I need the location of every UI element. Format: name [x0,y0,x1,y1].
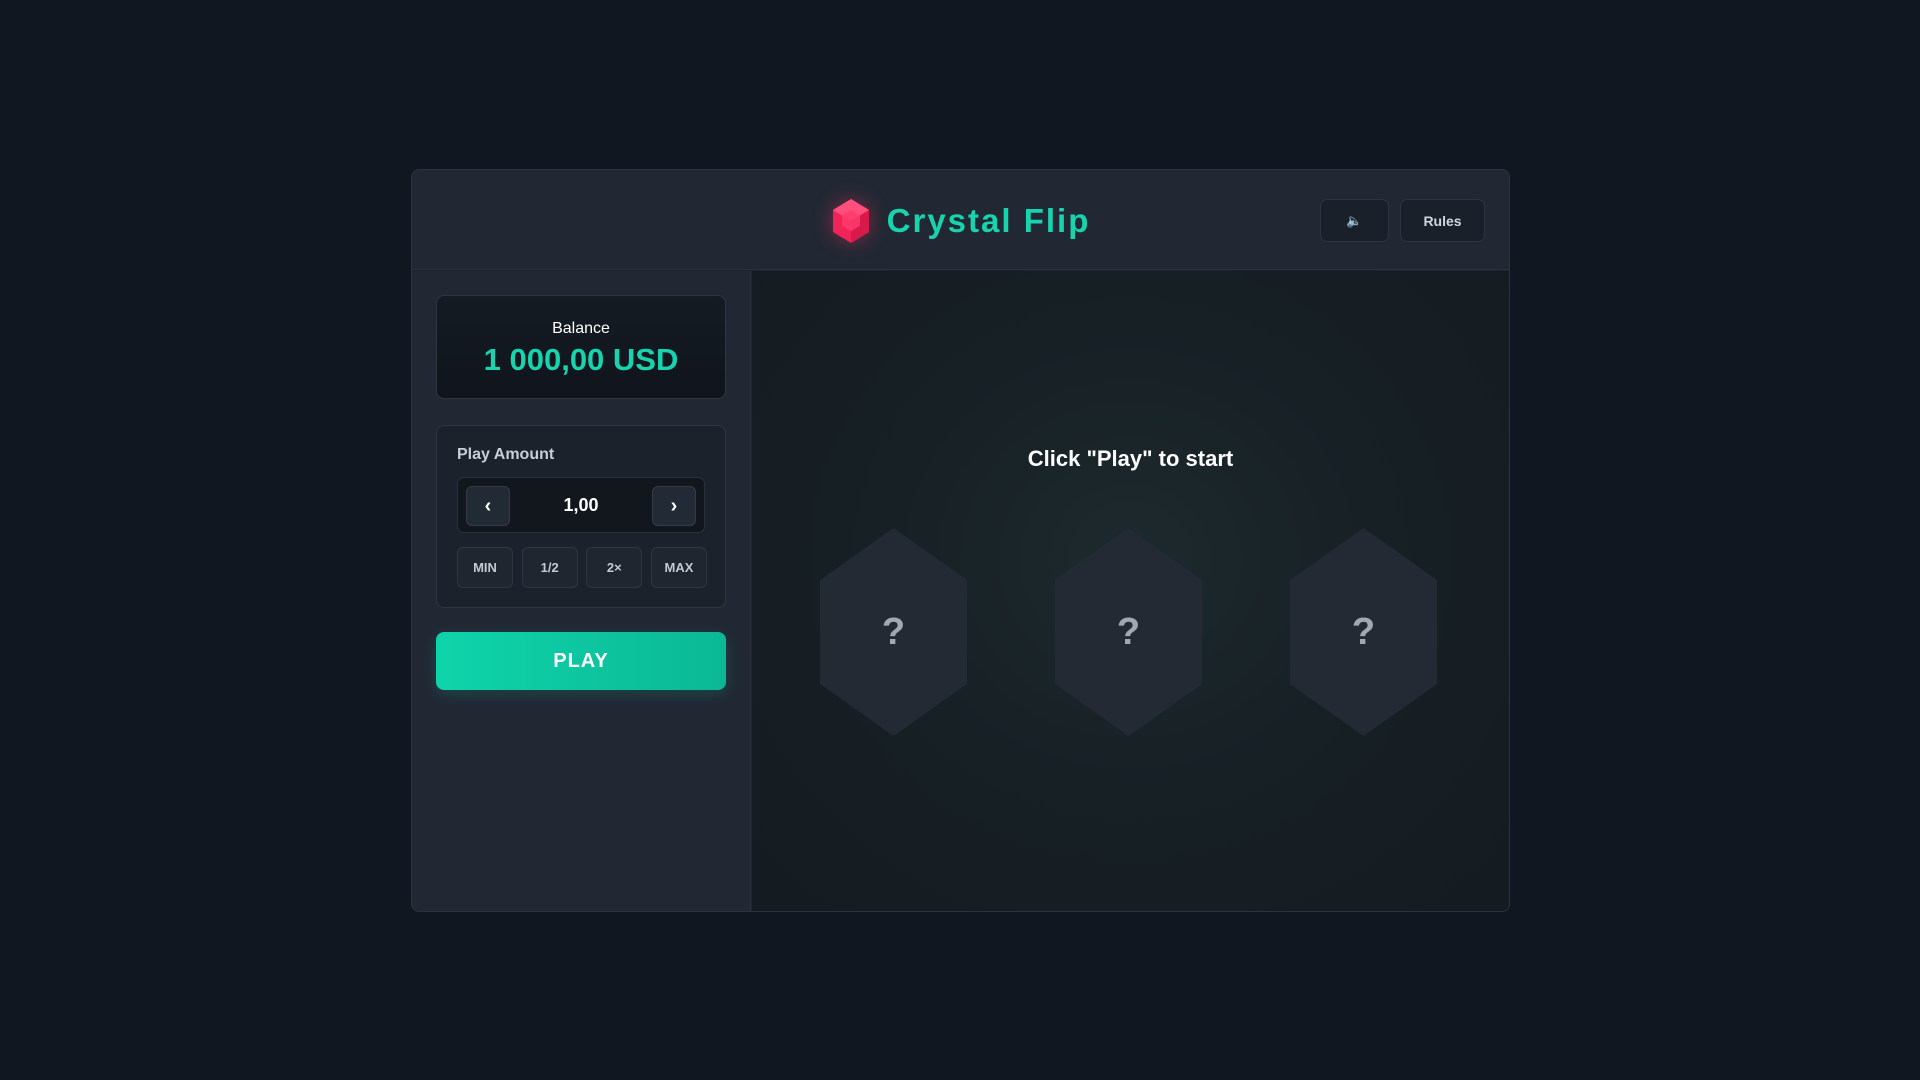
game-board: Click "Play" to start ? ? ? [752,271,1509,911]
hidden-mark: ? [1116,610,1141,653]
crystal-tile-2[interactable]: ? [1055,528,1202,736]
hidden-mark: ? [881,610,906,653]
min-amount-button[interactable]: MIN [457,547,513,588]
play-button[interactable]: PLAY [436,632,726,690]
game-window: Crystal Flip 🔈 Rules Balance 1 000,00 US… [411,169,1510,912]
sound-toggle-button[interactable]: 🔈 [1320,199,1389,242]
play-amount-stepper: ‹ 1,00 › [457,477,705,533]
half-amount-button[interactable]: 1/2 [521,547,578,588]
balance-label: Balance [552,320,610,337]
play-amount-value[interactable]: 1,00 [518,478,644,532]
header: Crystal Flip 🔈 Rules [412,170,1509,270]
rules-button[interactable]: Rules [1400,199,1485,242]
start-prompt: Click "Play" to start [1027,446,1234,471]
crystal-tile-1[interactable]: ? [820,528,967,736]
app-title: Crystal Flip [886,202,1091,239]
hidden-mark: ? [1351,610,1376,653]
increase-amount-button[interactable]: › [652,486,696,526]
double-amount-button[interactable]: 2× [586,547,643,588]
play-amount-label: Play Amount [457,446,555,463]
balance-value: 1 000,00 USD [483,342,679,377]
balance-card: Balance 1 000,00 USD [436,295,726,399]
max-amount-button[interactable]: MAX [650,547,707,588]
quick-amount-buttons: MIN 1/2 2× MAX [457,547,707,588]
crystal-gem-icon [831,198,871,244]
crystal-tile-3[interactable]: ? [1290,528,1437,736]
control-sidebar: Balance 1 000,00 USD Play Amount ‹ 1,00 … [412,271,751,911]
decrease-amount-button[interactable]: ‹ [466,486,510,526]
play-amount-card: Play Amount ‹ 1,00 › MIN 1/2 2× MAX [436,425,726,608]
speaker-icon: 🔈 [1346,212,1363,228]
